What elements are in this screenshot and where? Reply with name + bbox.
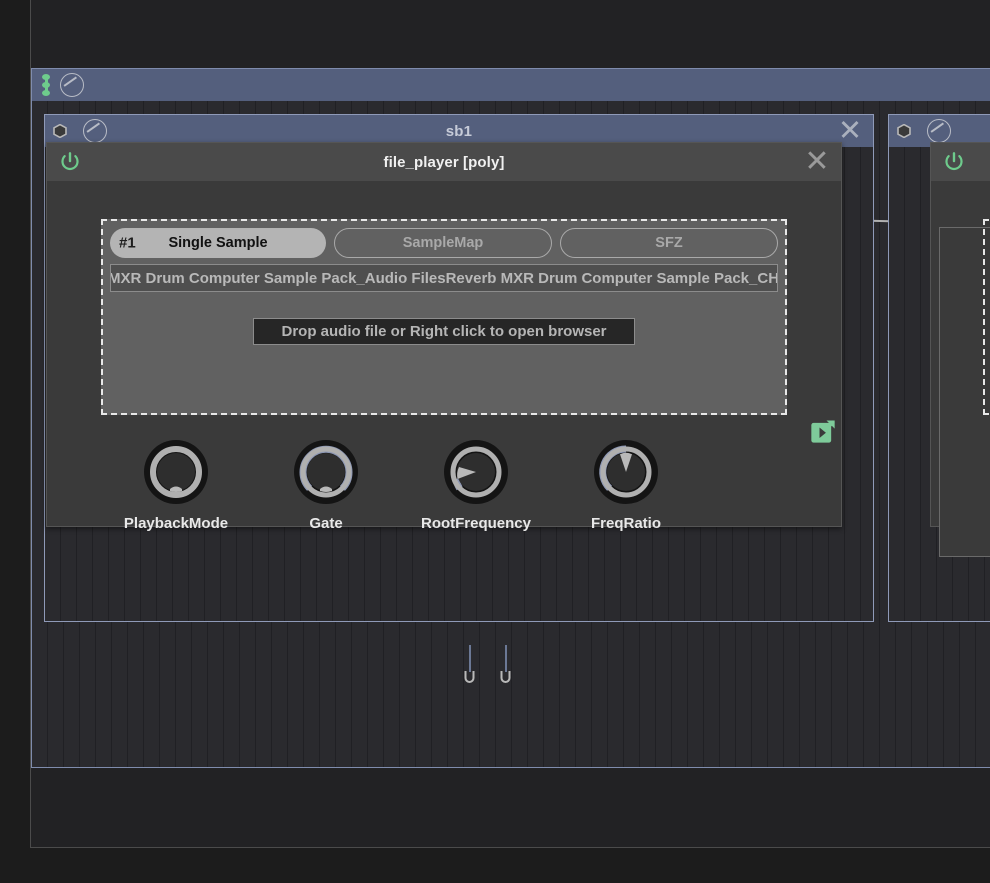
tab-single-sample[interactable]: #1 Single Sample <box>110 228 326 258</box>
chain-close-button[interactable]: ✕ <box>837 116 863 145</box>
chain-drag-port-icon[interactable] <box>53 124 67 138</box>
small-knob-icon[interactable] <box>60 73 84 97</box>
knob-row: PlaybackMode Gate RootFrequency FreqRati… <box>47 439 841 532</box>
tab-label: SFZ <box>655 235 683 251</box>
chain-level-1-header-icons <box>42 69 84 101</box>
pin-out-1[interactable] <box>464 670 475 683</box>
knob-cell-freqratio: FreqRatio <box>551 439 701 532</box>
tab-label: Single Sample <box>168 235 268 251</box>
chain-small-knob-icon-2[interactable] <box>927 119 951 143</box>
knob-label: RootFrequency <box>420 515 531 532</box>
dropzone-label: Drop audio file or Right click to open b… <box>281 323 607 340</box>
sampler-selection-area: #1 Single Sample SampleMap SFZ Reverb MX… <box>101 219 835 443</box>
knob-rootfrequency[interactable] <box>443 439 509 505</box>
module-body: #1 Single Sample SampleMap SFZ Reverb MX… <box>47 181 841 532</box>
module-title: file_player [poly] <box>383 153 505 171</box>
plugin-canvas: sb1 ✕ file_player [poly] ✕ #1 Single Sam… <box>0 0 990 883</box>
module-close-button[interactable]: ✕ <box>804 147 830 177</box>
knob-playbackmode[interactable] <box>143 439 209 505</box>
module-file-player: file_player [poly] ✕ #1 Single Sample Sa… <box>46 142 842 532</box>
module-right-body <box>931 181 990 557</box>
drop-audio-file-zone[interactable]: Drop audio file or Right click to open b… <box>253 318 635 345</box>
module-right-dashed-area <box>983 219 990 415</box>
knob-freqratio[interactable] <box>593 439 659 505</box>
knob-cell-gate: Gate <box>251 439 401 532</box>
module-right-header[interactable] <box>931 143 990 182</box>
knob-label: Gate <box>309 515 343 532</box>
chain-level-1-header[interactable] <box>32 69 990 102</box>
power-icon-right[interactable] <box>943 151 965 173</box>
power-icon[interactable] <box>59 151 81 173</box>
module-header[interactable]: file_player [poly] ✕ <box>47 143 841 182</box>
knob-cell-rootfrequency: RootFrequency <box>401 439 551 532</box>
pin-out-2[interactable] <box>500 670 511 683</box>
tab-label: SampleMap <box>402 235 484 251</box>
tab-samplemap[interactable]: SampleMap <box>334 228 552 258</box>
knob-gate[interactable] <box>293 439 359 505</box>
knob-cell-playbackmode: PlaybackMode <box>101 439 251 532</box>
bipolar-icon[interactable] <box>42 74 50 96</box>
chain-title: sb1 <box>445 122 473 140</box>
tab-index-label: #1 <box>119 234 136 252</box>
chain-drag-port-icon-2[interactable] <box>897 124 911 138</box>
sampler-mode-tabbar: #1 Single Sample SampleMap SFZ <box>110 228 778 258</box>
knob-label: FreqRatio <box>590 515 661 532</box>
tab-sfz[interactable]: SFZ <box>560 228 778 258</box>
module-right-partial <box>930 142 990 557</box>
file-path-text: Reverb MXR Drum Computer Sample Pack_Aud… <box>110 269 778 287</box>
cable-out-1 <box>469 645 471 672</box>
cable-out-2 <box>505 645 507 672</box>
chain-small-knob-icon[interactable] <box>83 119 107 143</box>
file-path-field[interactable]: Reverb MXR Drum Computer Sample Pack_Aud… <box>110 264 778 292</box>
knob-label: PlaybackMode <box>123 515 229 532</box>
